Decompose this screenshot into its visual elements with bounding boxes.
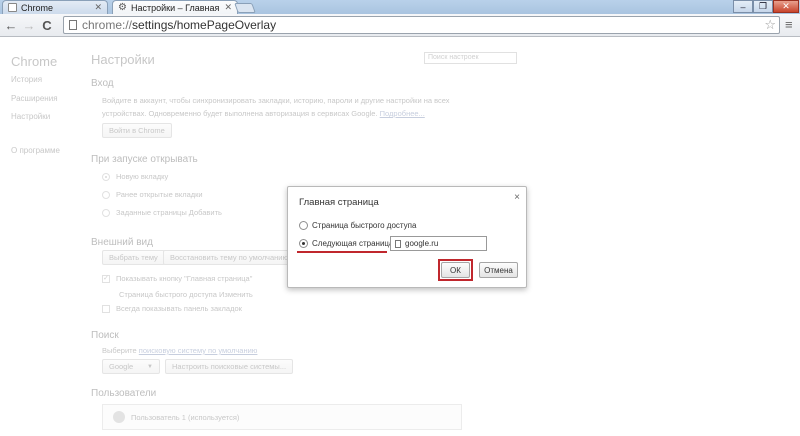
window-titlebar: Chrome ✕ ⚙ Настройки – Главная стр ✕ – ❐… (0, 0, 800, 14)
url-path: settings/homePageOverlay (132, 18, 277, 32)
label-next-page: Следующая страница: (312, 239, 396, 248)
tab-settings[interactable]: ⚙ Настройки – Главная стр ✕ (112, 0, 238, 14)
address-bar[interactable]: chrome:// settings/homePageOverlay ☆ (63, 16, 780, 34)
radio-fast-access[interactable] (299, 221, 308, 230)
reload-button[interactable]: C (40, 17, 54, 33)
cancel-button[interactable]: Отмена (479, 262, 518, 278)
tab-label: Chrome (21, 2, 54, 13)
tab-close-icon[interactable]: ✕ (224, 2, 232, 13)
minimize-button[interactable]: – (733, 0, 753, 13)
back-button[interactable]: ← (4, 17, 18, 33)
tab-chrome[interactable]: Chrome ✕ (2, 0, 108, 14)
forward-button[interactable]: → (22, 17, 36, 33)
radio-next-page[interactable] (299, 239, 308, 248)
page-icon (8, 3, 17, 12)
close-window-button[interactable]: ✕ (773, 0, 799, 13)
url-scheme: chrome:// (82, 18, 133, 32)
label-fast-access: Страница быстрого доступа (312, 221, 417, 230)
dialog-title: Главная страница (299, 197, 379, 208)
home-page-dialog: Главная страница × Страница быстрого дос… (287, 186, 527, 288)
ok-button[interactable]: ОК (441, 262, 470, 278)
page-icon (69, 20, 77, 30)
restore-button[interactable]: ❐ (753, 0, 773, 13)
home-url-value: google.ru (405, 239, 439, 248)
close-icon[interactable]: × (514, 192, 520, 203)
menu-icon[interactable]: ≡ (785, 18, 797, 32)
gear-icon: ⚙ (118, 2, 127, 13)
new-tab-button[interactable] (234, 3, 256, 13)
tab-close-icon[interactable]: ✕ (94, 2, 102, 13)
browser-toolbar: ← → C chrome:// settings/homePageOverlay… (0, 14, 800, 37)
highlight-underline (297, 251, 387, 253)
home-url-input[interactable]: google.ru (390, 236, 487, 251)
page-icon (395, 239, 401, 248)
tab-label: Настройки – Главная стр (130, 2, 220, 13)
bookmark-star-icon[interactable]: ☆ (764, 17, 776, 33)
settings-page: Chrome История Расширения Настройки О пр… (0, 38, 800, 436)
